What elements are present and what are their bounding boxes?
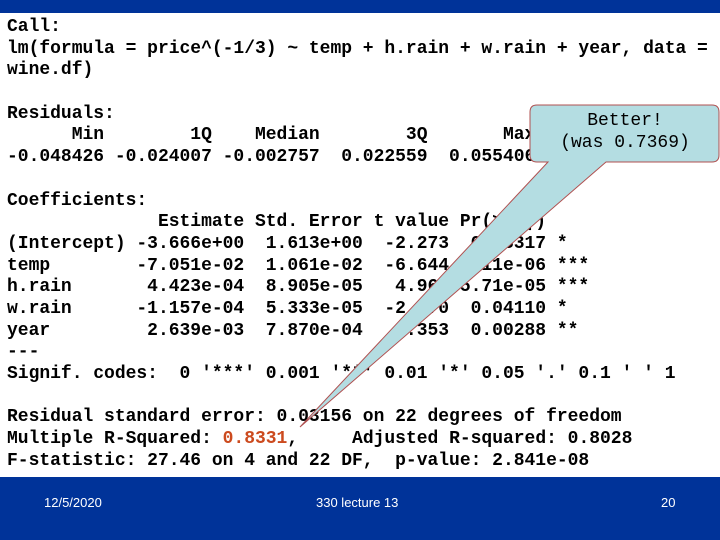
top-bar — [0, 0, 720, 13]
coefficient-row: year 2.639e-03 7.870e-04 3.353 0.00288 *… — [7, 320, 579, 341]
coefficient-row: w.rain -1.157e-04 5.333e-05 -2.170 0.041… — [7, 298, 568, 319]
footer-page-number: 20 — [661, 495, 676, 510]
r-output: Call: lm(formula = price^(-1/3) ~ temp + … — [7, 17, 708, 472]
coefficient-row: (Intercept) -3.666e+00 1.613e+00 -2.273 … — [7, 233, 568, 254]
call-label: Call: — [7, 17, 61, 37]
callout-text: Better! (was 0.7369) — [532, 110, 718, 154]
callout-line1: Better! — [587, 111, 663, 131]
footer-date: 12/5/2020 — [44, 495, 102, 510]
r-squared-line: Multiple R-Squared: 0.8331, Adjusted R-s… — [7, 429, 708, 451]
coefficient-row: temp -7.051e-02 1.061e-02 -6.644 1.11e-0… — [7, 255, 590, 276]
callout-line2: (was 0.7369) — [560, 133, 690, 153]
r-squared-prefix: Multiple R-Squared: — [7, 429, 223, 450]
coefficients-label: Coefficients: — [7, 190, 148, 211]
signif-codes: Signif. codes: 0 '***' 0.001 '**' 0.01 '… — [7, 364, 676, 384]
coefficient-row: h.rain 4.423e-04 8.905e-05 4.967 5.71e-0… — [7, 277, 590, 298]
footer-title: 330 lecture 13 — [316, 495, 399, 510]
f-statistic: F-statistic: 27.46 on 4 and 22 DF, p-val… — [7, 450, 590, 471]
separator: --- — [7, 342, 40, 363]
r-squared-value: 0.8331 — [222, 429, 288, 450]
residual-standard-error: Residual standard error: 0.03156 on 22 d… — [7, 407, 622, 428]
coefficients-header: Estimate Std. Error t value Pr(>|t|) — [7, 212, 547, 233]
adjusted-r-squared: , Adjusted R-squared: 0.8028 — [287, 429, 633, 450]
call-formula-line1: lm(formula = price^(-1/3) ~ temp + h.rai… — [7, 38, 708, 59]
slide-footer: 12/5/2020 330 lecture 13 20 — [0, 477, 720, 540]
call-formula-line2: wine.df) — [7, 60, 94, 81]
